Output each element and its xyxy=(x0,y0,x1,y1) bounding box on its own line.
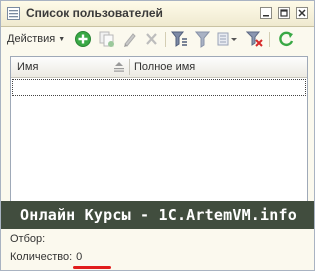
close-icon[interactable] xyxy=(296,7,308,19)
sort-icon[interactable] xyxy=(113,62,125,72)
table-header: Имя Полное имя xyxy=(11,57,307,78)
filter-dropdown-icon[interactable] xyxy=(217,30,238,48)
add-icon[interactable] xyxy=(74,30,92,48)
maximize-icon[interactable] xyxy=(278,7,290,19)
minimize-icon[interactable] xyxy=(260,7,272,19)
title-bar[interactable]: Список пользователей xyxy=(1,1,314,27)
copy-icon[interactable] xyxy=(99,30,115,48)
column-header-name[interactable]: Имя xyxy=(17,61,38,73)
count-value: 0 xyxy=(76,251,83,263)
column-header-full-name[interactable]: Полное имя xyxy=(134,61,195,73)
filter-label: Отбор: xyxy=(10,233,46,245)
window-title: Список пользователей xyxy=(26,6,163,20)
count-label: Количество: xyxy=(10,251,73,263)
actions-menu[interactable]: Действия ▼ xyxy=(7,30,65,48)
column-divider[interactable] xyxy=(129,59,130,75)
toolbar: Действия ▼ xyxy=(1,27,314,51)
filter-icon[interactable] xyxy=(195,30,210,48)
selected-row[interactable] xyxy=(12,79,306,96)
users-list-window: Список пользователей Действия ▼ Имя Полн… xyxy=(0,0,315,271)
course-banner: Онлайн Курсы - 1C.ArtemVM.info xyxy=(1,201,314,229)
count-highlight-underline xyxy=(73,266,111,269)
refresh-icon[interactable] xyxy=(277,30,295,48)
users-table[interactable]: Имя Полное имя xyxy=(10,56,308,202)
count-row: Количество: 0 xyxy=(10,251,82,263)
clear-filter-icon[interactable] xyxy=(246,30,263,48)
edit-icon[interactable] xyxy=(122,30,137,48)
filter-settings-icon[interactable] xyxy=(171,30,188,48)
users-list-icon xyxy=(7,7,20,20)
delete-icon[interactable] xyxy=(144,30,159,48)
toolbar-separator xyxy=(165,32,166,47)
toolbar-separator xyxy=(269,32,270,47)
chevron-down-icon: ▼ xyxy=(58,35,66,43)
actions-label: Действия xyxy=(7,33,56,45)
